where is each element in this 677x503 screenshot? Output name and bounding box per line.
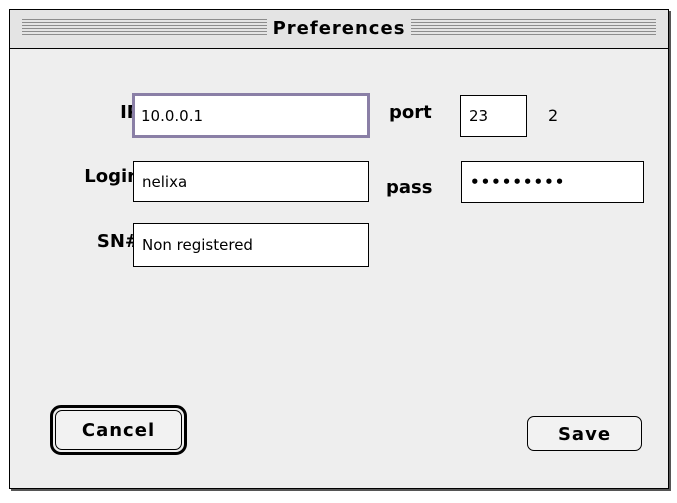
pass-label: pass <box>386 177 433 198</box>
password-input[interactable] <box>461 161 644 203</box>
save-button[interactable]: Save <box>527 416 642 451</box>
preferences-window: Preferences IP port 2 Login pass SN# Can… <box>9 9 669 489</box>
ip-label: IP <box>120 102 140 123</box>
port-extra-value: 2 <box>548 106 559 125</box>
ip-input[interactable] <box>132 93 370 138</box>
window-title-wrap: Preferences <box>10 17 668 41</box>
port-label: port <box>389 102 432 123</box>
serial-number-input[interactable] <box>133 223 369 267</box>
window-title: Preferences <box>266 17 412 41</box>
login-label: Login <box>84 166 140 187</box>
port-input[interactable] <box>460 95 527 137</box>
sn-label: SN# <box>96 231 140 252</box>
cancel-button[interactable]: Cancel <box>55 410 182 450</box>
login-input[interactable] <box>133 161 369 202</box>
title-bar[interactable]: Preferences <box>10 10 668 49</box>
